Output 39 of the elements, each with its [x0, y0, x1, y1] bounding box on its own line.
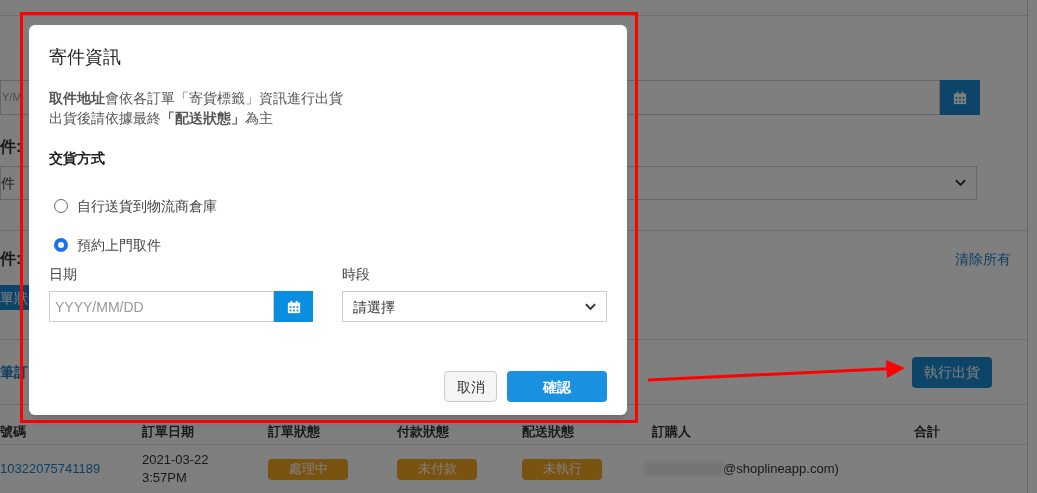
status-badge: 未付款: [397, 458, 477, 480]
instruction-text: 取件地址會依各訂單「寄貨標籤」資訊進行出貨: [49, 89, 343, 108]
field-label: 時段: [342, 265, 370, 284]
chevron-icon: [585, 302, 596, 311]
column-header: 配送狀態: [522, 423, 574, 439]
clear-all-link[interactable]: 清除所有: [955, 249, 1011, 269]
order-time: 3:57PM: [142, 469, 187, 487]
calendar-button[interactable]: [274, 291, 313, 322]
column-header: 訂購人: [652, 423, 691, 439]
select-value: 件: [1, 176, 15, 190]
filter-label: 件:: [0, 249, 22, 269]
cancel-button[interactable]: 取消: [444, 371, 497, 402]
date-input[interactable]: YYYY/MM/DD: [49, 291, 274, 322]
instruction-text: 出貨後請依據最終「配送狀態」為主: [49, 109, 273, 128]
customer-email: @shoplineapp.com): [723, 460, 839, 479]
radio-button[interactable]: [54, 199, 68, 213]
column-header: 號碼: [0, 423, 26, 439]
radio-button[interactable]: [54, 238, 68, 252]
dialog-title: 寄件資訊: [49, 46, 122, 69]
ship-button[interactable]: 執行出貨: [912, 356, 992, 388]
column-header: 付款狀態: [397, 423, 449, 439]
chevron-icon: [955, 179, 966, 187]
order-date: 2021-03-22: [142, 451, 209, 469]
column-header: 訂單狀態: [268, 423, 320, 439]
status-badge: 未執行: [522, 458, 602, 480]
radio-option[interactable]: 預約上門取件: [54, 235, 161, 255]
section-title: 交貨方式: [49, 149, 105, 168]
confirm-button[interactable]: 確認: [507, 371, 607, 402]
time-select[interactable]: 請選擇: [342, 291, 607, 322]
status-badge: 處理中: [268, 458, 348, 480]
calendar-button[interactable]: [940, 80, 980, 115]
calendar-icon: [953, 90, 967, 105]
filter-label: 件:: [0, 137, 22, 157]
radio-option[interactable]: 自行送貨到物流商倉庫: [54, 196, 217, 216]
order-link[interactable]: 10322075741189: [0, 461, 101, 477]
field-label: 日期: [49, 265, 77, 284]
column-header: 合計: [914, 423, 940, 439]
column-header: 訂單日期: [142, 423, 194, 439]
calendar-icon: [286, 299, 301, 314]
